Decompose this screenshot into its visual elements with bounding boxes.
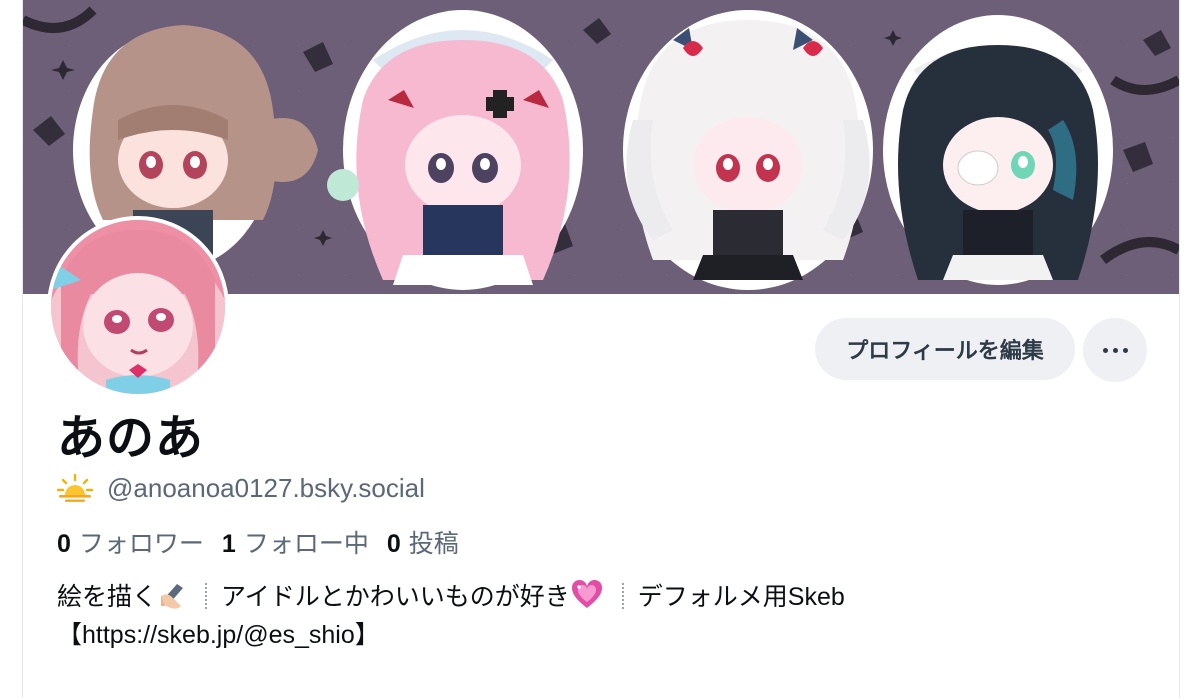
handle-row: @anoanoa0127.bsky.social [57,470,425,506]
bio-separator [205,583,208,609]
profile-handle[interactable]: @anoanoa0127.bsky.social [107,473,425,504]
sun-behind-cloud-icon [57,473,93,502]
sparkling-heart-icon [571,580,602,608]
display-name: あのあ [57,412,205,465]
profile-stats: 0 フォロワー 1 フォロー中 0 投稿 [57,524,477,560]
window-margin [0,0,22,698]
followers-count: 0 [57,530,71,558]
bio-text-likes: アイドルとかわいいものが好き [221,583,570,611]
bio-skeb-link[interactable]: 【https://skeb.jp/@es_shio】 [57,621,380,649]
following-count: 1 [221,530,236,558]
bio-text-skeb: デフォルメ用Skeb [637,583,845,611]
page: プロフィールを編集 あのあ @anoanoa0127.bsky.social 0… [0,0,1200,698]
writing-hand-icon [161,584,184,609]
followers-stat[interactable]: 0 フォロワー [57,524,204,560]
following-label: フォロー中 [243,530,369,558]
posts-count: 0 [386,530,401,558]
bio-line-1: 絵を描く アイドルとかわいいものが好き デフォルメ用Skeb [57,578,1157,616]
more-options-button[interactable] [1083,318,1147,382]
bio-separator [621,583,624,609]
profile-avatar[interactable] [47,216,229,398]
profile-card: プロフィールを編集 あのあ @anoanoa0127.bsky.social 0… [22,0,1180,698]
bio-line-2: 【https://skeb.jp/@es_shio】 [57,616,1157,654]
profile-bio: 絵を描く アイドルとかわいいものが好き デフォルメ用Skeb 【https://… [57,578,1157,654]
following-stat[interactable]: 1 フォロー中 [222,524,369,560]
edit-profile-button[interactable]: プロフィールを編集 [815,318,1075,380]
avatar-illustration [51,220,225,394]
posts-stat: 0 投稿 [387,524,459,560]
bio-text-drawing: 絵を描く [57,583,158,611]
edit-profile-label: プロフィールを編集 [846,338,1044,363]
followers-label: フォロワー [78,530,204,558]
more-dots-icon [1102,347,1128,353]
posts-label: 投稿 [408,530,459,558]
